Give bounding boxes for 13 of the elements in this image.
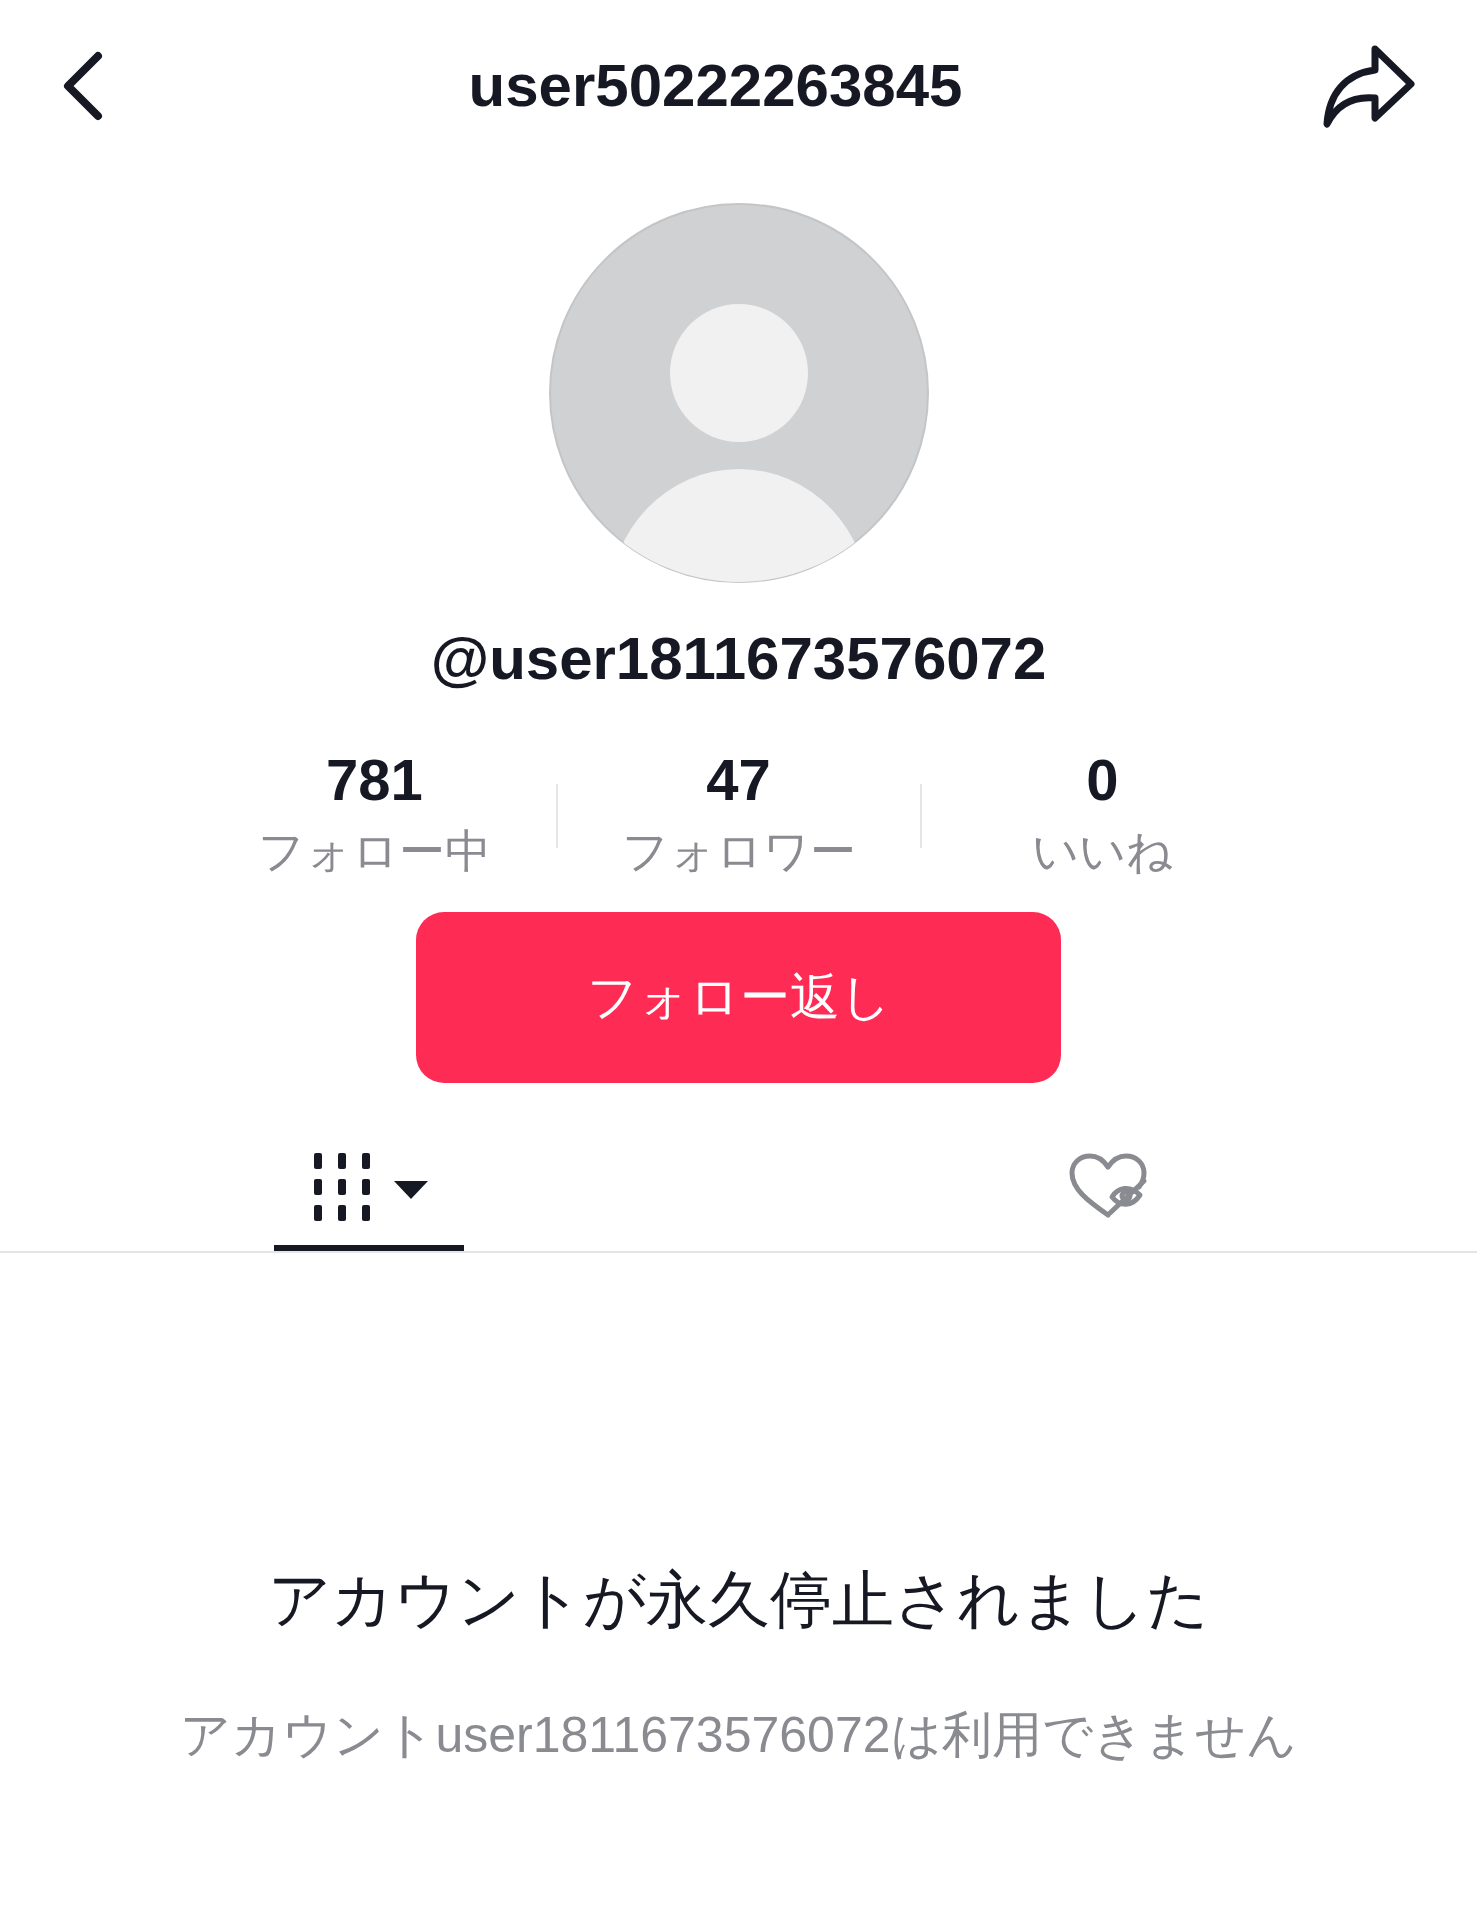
hidden-heart-icon xyxy=(1067,1153,1148,1221)
follow-back-button[interactable]: フォロー返し xyxy=(416,912,1061,1083)
stat-value: 781 xyxy=(326,746,423,814)
stat-label: いいね xyxy=(1032,824,1173,879)
profile-handle: @user1811673576072 xyxy=(430,624,1047,694)
share-icon xyxy=(1323,44,1415,128)
notice-subtitle: アカウントuser1811673576072は利用できません xyxy=(180,1706,1297,1765)
window-title: user50222263845 xyxy=(468,51,963,121)
stat-value: 0 xyxy=(1086,746,1119,814)
stat-label: フォロー中 xyxy=(258,824,491,879)
notice-title: アカウントが永久停止されました xyxy=(268,1564,1209,1636)
stat-value: 47 xyxy=(706,746,771,814)
stat-label: フォロワー xyxy=(621,824,856,879)
